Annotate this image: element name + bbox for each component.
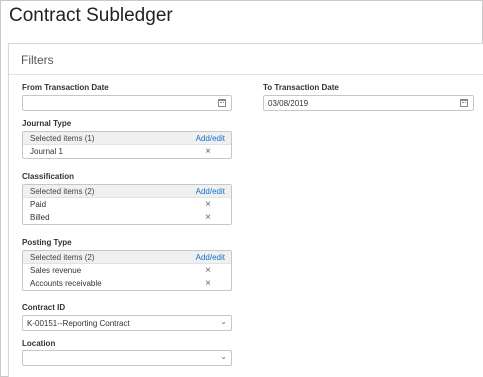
close-icon[interactable]: × (205, 265, 211, 276)
posting-type-item-label: Accounts receivable (30, 279, 102, 288)
filters-header: Filters (9, 44, 483, 75)
journal-type-selected-count: Selected items (1) (30, 134, 95, 143)
posting-type-multiselect: Selected items (2) Add/edit Sales revenu… (22, 250, 232, 291)
posting-type-header: Selected items (2) Add/edit (23, 251, 231, 264)
contract-id-select[interactable]: K-00151--Reporting Contract ⌄ (22, 315, 232, 331)
list-item: Sales revenue × (23, 264, 231, 277)
classification-multiselect: Selected items (2) Add/edit Paid × Bille… (22, 184, 232, 225)
journal-type-item-label: Journal 1 (30, 147, 63, 156)
close-icon[interactable]: × (205, 199, 211, 210)
posting-type-add-edit-link[interactable]: Add/edit (196, 253, 225, 262)
classification-item-label: Paid (30, 200, 47, 209)
close-icon[interactable]: × (205, 212, 211, 223)
close-icon[interactable]: × (205, 146, 211, 157)
calendar-icon[interactable] (460, 99, 468, 107)
classification-label: Classification (22, 172, 75, 181)
to-date-value: 03/08/2019 (268, 99, 309, 108)
journal-type-multiselect: Selected items (1) Add/edit Journal 1 × (22, 131, 232, 159)
posting-type-item-label: Sales revenue (30, 266, 82, 275)
location-label: Location (22, 339, 56, 348)
list-item: Paid × (23, 198, 231, 211)
list-item: Billed × (23, 211, 231, 224)
to-date-input[interactable]: 03/08/2019 (263, 95, 474, 111)
posting-type-selected-count: Selected items (2) (30, 253, 95, 262)
journal-type-label: Journal Type (22, 119, 72, 128)
classification-add-edit-link[interactable]: Add/edit (196, 187, 225, 196)
posting-type-label: Posting Type (22, 238, 72, 247)
to-date-label: To Transaction Date (263, 83, 339, 92)
calendar-icon[interactable] (218, 99, 226, 107)
chevron-down-icon: ⌄ (220, 317, 227, 326)
location-select[interactable]: ⌄ (22, 350, 232, 366)
list-item: Accounts receivable × (23, 277, 231, 290)
contract-id-label: Contract ID (22, 303, 66, 312)
contract-id-value: K-00151--Reporting Contract (27, 319, 130, 328)
journal-type-add-edit-link[interactable]: Add/edit (196, 134, 225, 143)
classification-selected-count: Selected items (2) (30, 187, 95, 196)
list-item: Journal 1 × (23, 145, 231, 158)
close-icon[interactable]: × (205, 278, 211, 289)
filters-panel: Filters From Transaction Date To Transac… (8, 43, 483, 377)
from-date-input[interactable] (22, 95, 232, 111)
journal-type-header: Selected items (1) Add/edit (23, 132, 231, 145)
chevron-down-icon: ⌄ (220, 352, 227, 361)
from-date-label: From Transaction Date (22, 83, 109, 92)
page-title: Contract Subledger (9, 5, 173, 26)
app-window: Contract Subledger Filters From Transact… (0, 0, 483, 377)
filters-title: Filters (21, 53, 54, 67)
classification-item-label: Billed (30, 213, 50, 222)
classification-header: Selected items (2) Add/edit (23, 185, 231, 198)
